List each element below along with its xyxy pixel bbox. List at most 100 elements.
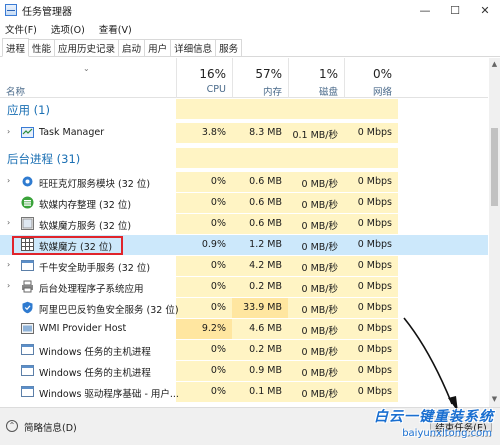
- footer-bar: ⌃ 简略信息(D) 结束任务(E): [0, 407, 500, 445]
- cell-memory: 1.2 MB: [249, 239, 282, 250]
- sort-chevron-icon[interactable]: ⌄: [83, 64, 90, 73]
- process-row[interactable]: 0% 0.1 MB 0 MB/秒 0 Mbps Windows 驱动程序基础 - 用户.…: [0, 382, 488, 402]
- column-memory[interactable]: 57% 内存: [232, 58, 288, 98]
- minimize-button[interactable]: —: [410, 0, 440, 20]
- process-row[interactable]: 0% 0.2 MB 0 MB/秒 0 Mbps › 后台处理程序子系统应用: [0, 277, 488, 297]
- process-name: 后台处理程序子系统应用: [39, 284, 144, 295]
- column-cpu[interactable]: 16% CPU: [176, 58, 232, 98]
- cell-network: 0 Mbps: [357, 344, 392, 355]
- cell-network: 0 Mbps: [357, 176, 392, 187]
- column-network[interactable]: 0% 网络: [344, 58, 398, 98]
- memory-total-percent: 57%: [255, 67, 282, 81]
- process-name: Task Manager: [39, 127, 105, 138]
- expand-chevron-icon[interactable]: ›: [7, 176, 10, 185]
- process-name: 旺旺克灯服务模块 (32 位): [39, 179, 151, 190]
- column-disk[interactable]: 1% 磁盘: [288, 58, 344, 98]
- expand-chevron-icon[interactable]: ›: [7, 127, 10, 136]
- chevron-up-icon[interactable]: ⌃: [6, 420, 18, 432]
- menu-view[interactable]: 查看(V): [99, 22, 132, 36]
- cube-service-icon: [21, 217, 34, 230]
- cell-memory: 33.9 MB: [243, 302, 282, 313]
- cell-disk: 0 MB/秒: [301, 179, 338, 190]
- process-name: Windows 驱动程序基础 - 用户...: [39, 389, 179, 400]
- cell-cpu: 0%: [210, 386, 226, 397]
- tab-details[interactable]: 详细信息: [170, 39, 217, 56]
- vertical-scrollbar[interactable]: ▲ ▼: [489, 58, 500, 407]
- annotation-highlight-box: [12, 236, 123, 255]
- expand-chevron-icon[interactable]: ›: [7, 260, 10, 269]
- process-name: Windows 任务的主机进程: [39, 368, 151, 379]
- wmi-icon: [21, 322, 34, 335]
- process-name: WMI Provider Host: [39, 323, 127, 334]
- process-list: 应用 (1) 3.8% 8.3 MB 0.1 MB/秒 0 Mbps › Task Mana…: [0, 99, 488, 407]
- window-icon: [21, 343, 34, 356]
- cell-disk: 0 MB/秒: [301, 284, 338, 295]
- cell-memory: 4.2 MB: [249, 260, 282, 271]
- process-row[interactable]: 0.9% 1.2 MB 0 MB/秒 0 Mbps 软媒魔方 (32 位): [0, 235, 488, 255]
- scroll-thumb[interactable]: [491, 128, 498, 206]
- cell-memory: 0.6 MB: [249, 218, 282, 229]
- cpu-total-percent: 16%: [199, 67, 226, 81]
- tab-services[interactable]: 服务: [215, 39, 243, 56]
- cell-disk: 0 MB/秒: [301, 389, 338, 400]
- cell-network: 0 Mbps: [357, 260, 392, 271]
- section-header-apps[interactable]: 应用 (1): [0, 99, 488, 119]
- process-row[interactable]: 0% 4.2 MB 0 MB/秒 0 Mbps › 千牛安全助手服务 (32 位): [0, 256, 488, 276]
- process-row[interactable]: 0% 33.9 MB 0 MB/秒 0 Mbps 阿里巴巴反钓鱼安全服务 (32 位): [0, 298, 488, 318]
- cell-network: 0 Mbps: [357, 386, 392, 397]
- column-header: ⌄ 名称 16% CPU 57% 内存 1% 磁盘 0% 网络: [0, 58, 488, 98]
- tab-startup[interactable]: 启动: [118, 39, 146, 56]
- fewer-details-link[interactable]: 简略信息(D): [24, 420, 77, 434]
- process-row[interactable]: 9.2% 4.6 MB 0 MB/秒 0 Mbps WMI Provider Host: [0, 319, 488, 339]
- shield-icon: [21, 301, 34, 314]
- cell-network: 0 Mbps: [357, 239, 392, 250]
- tab-performance[interactable]: 性能: [28, 39, 56, 56]
- section-label: 后台进程 (31): [7, 152, 81, 166]
- heat-cell-bg: [288, 148, 344, 168]
- memory-cleaner-icon: [21, 196, 34, 209]
- title-bar: 任务管理器 — ☐ ✕: [0, 0, 500, 20]
- cell-cpu: 0%: [210, 260, 226, 271]
- network-label: 网络: [372, 87, 392, 98]
- scroll-up-icon[interactable]: ▲: [489, 60, 500, 70]
- process-row[interactable]: 0% 0.6 MB 0 MB/秒 0 Mbps › 软媒魔方服务 (32 位): [0, 214, 488, 234]
- process-name: 软媒魔方服务 (32 位): [39, 221, 132, 232]
- tab-app-history[interactable]: 应用历史记录: [54, 39, 120, 56]
- cell-disk: 0.1 MB/秒: [292, 130, 338, 141]
- maximize-button[interactable]: ☐: [440, 0, 470, 20]
- process-row[interactable]: 0% 0.9 MB 0 MB/秒 0 Mbps Windows 任务的主机进程: [0, 361, 488, 381]
- task-manager-app-icon: [5, 4, 17, 16]
- process-row[interactable]: 0% 0.6 MB 0 MB/秒 0 Mbps › 旺旺克灯服务模块 (32 位): [0, 172, 488, 192]
- process-name: 千牛安全助手服务 (32 位): [39, 263, 151, 274]
- window-icon: [21, 364, 34, 377]
- tab-processes[interactable]: 进程: [2, 38, 30, 57]
- menu-file[interactable]: 文件(F): [5, 22, 37, 36]
- network-total-percent: 0%: [372, 67, 392, 81]
- cell-disk: 0 MB/秒: [301, 221, 338, 232]
- process-row[interactable]: 3.8% 8.3 MB 0.1 MB/秒 0 Mbps › Task Manager: [0, 123, 488, 143]
- cell-disk: 0 MB/秒: [301, 368, 338, 379]
- process-name: 软媒内存整理 (32 位): [39, 200, 132, 211]
- window-icon: [21, 385, 34, 398]
- expand-chevron-icon[interactable]: ›: [7, 218, 10, 227]
- process-row[interactable]: 0% 0.6 MB 0 MB/秒 0 Mbps 软媒内存整理 (32 位): [0, 193, 488, 213]
- cell-cpu: 3.8%: [201, 127, 226, 138]
- heat-cell-bg: [176, 99, 232, 119]
- column-name[interactable]: 名称: [6, 84, 25, 98]
- scroll-down-icon[interactable]: ▼: [489, 395, 500, 405]
- section-header-background[interactable]: 后台进程 (31): [0, 148, 488, 168]
- cell-cpu: 0%: [210, 218, 226, 229]
- disk-total-percent: 1%: [318, 67, 338, 81]
- cell-cpu: 0%: [210, 365, 226, 376]
- menu-options[interactable]: 选项(O): [51, 22, 85, 36]
- process-name: 阿里巴巴反钓鱼安全服务 (32 位): [39, 305, 179, 316]
- expand-chevron-icon[interactable]: ›: [7, 281, 10, 290]
- cell-cpu: 0%: [210, 197, 226, 208]
- process-row[interactable]: 0% 0.2 MB 0 MB/秒 0 Mbps Windows 任务的主机进程: [0, 340, 488, 360]
- close-button[interactable]: ✕: [470, 0, 500, 20]
- cell-cpu: 0%: [210, 176, 226, 187]
- end-task-button[interactable]: 结束任务(E): [430, 416, 492, 437]
- tab-users[interactable]: 用户: [144, 39, 172, 56]
- heat-cell-bg: [232, 148, 288, 168]
- cell-cpu: 0.9%: [201, 239, 226, 250]
